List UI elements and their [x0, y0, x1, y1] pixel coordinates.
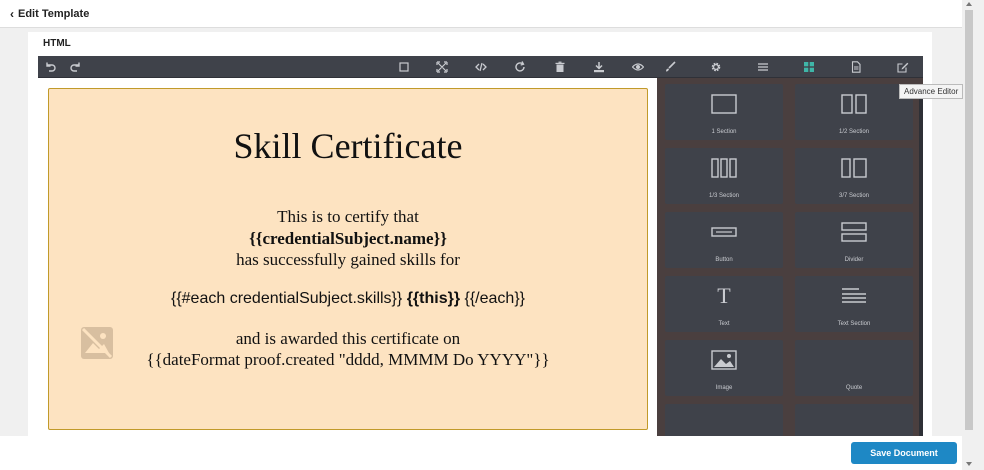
skills-loop-prefix: {{#each credentialSubject.skills}}	[170, 290, 407, 307]
text-icon: T	[717, 283, 731, 308]
fullscreen-icon[interactable]	[430, 56, 454, 78]
block-label: 1/3 Section	[708, 193, 740, 199]
skills-loop-this: {{this}}	[406, 290, 461, 307]
third-section-icon	[665, 158, 783, 178]
block-more[interactable]	[795, 404, 913, 436]
section-label: HTML	[43, 38, 71, 49]
block-label: Divider	[844, 257, 864, 263]
scroll-up-icon[interactable]	[966, 2, 972, 6]
chevron-left-icon: ‹	[10, 7, 14, 21]
skills-loop-suffix: {{/each}}	[460, 290, 526, 307]
block-label: Quote	[845, 385, 863, 391]
footer-bar	[0, 436, 962, 470]
advance-editor-tooltip: Advance Editor	[899, 84, 964, 99]
menu-icon[interactable]	[751, 56, 775, 78]
block-1-section[interactable]: 1 Section	[665, 84, 783, 140]
back-label: Edit Template	[18, 8, 90, 20]
certificate-title: Skill Certificate	[233, 126, 463, 166]
scroll-thumb[interactable]	[965, 10, 973, 430]
text-section-icon	[795, 286, 913, 306]
code-icon[interactable]	[469, 56, 493, 78]
gained-skills-line: has successfully gained skills for	[236, 250, 460, 269]
trash-icon[interactable]	[548, 56, 572, 78]
brush-icon[interactable]	[658, 56, 682, 78]
square-icon[interactable]	[392, 56, 416, 78]
block-label: 3/7 Section	[838, 193, 870, 199]
edit-icon[interactable]	[891, 56, 915, 78]
html-editor: Skill Certificate This is to certify tha…	[38, 56, 923, 436]
back-link[interactable]: ‹ Edit Template	[10, 7, 89, 21]
image-placeholder-icon[interactable]	[79, 325, 115, 361]
page-scrollbar[interactable]	[964, 0, 974, 470]
document-icon[interactable]	[844, 56, 868, 78]
awarded-line: and is awarded this certificate on	[235, 329, 461, 348]
block-button[interactable]: Button	[665, 212, 783, 268]
refresh-icon[interactable]	[508, 56, 532, 78]
block-divider[interactable]: Divider	[795, 212, 913, 268]
block-half-section[interactable]: 1/2 Section	[795, 84, 913, 140]
half-section-icon	[795, 94, 913, 114]
divider-icon	[795, 222, 913, 242]
subject-name-line: {{credentialSubject.name}}	[249, 229, 447, 248]
block-text-section[interactable]: Text Section	[795, 276, 913, 332]
download-icon[interactable]	[587, 56, 611, 78]
undo-icon[interactable]	[38, 56, 62, 78]
skills-loop-line: {{#each credentialSubject.skills}} {{thi…	[49, 290, 647, 308]
block-text[interactable]: T Text	[665, 276, 783, 332]
block-image[interactable]: Image	[665, 340, 783, 396]
grid-icon[interactable]	[797, 56, 821, 78]
date-line: {{dateFormat proof.created "dddd, MMMM D…	[146, 350, 550, 369]
block-label: Button	[715, 257, 733, 263]
redo-icon[interactable]	[64, 56, 88, 78]
blocks-panel: 1 Section 1/2 Section 1/3 Section 3/7 Se…	[657, 78, 923, 436]
certify-line: This is to certify that	[277, 207, 419, 226]
block-more[interactable]	[665, 404, 783, 436]
button-icon	[665, 222, 783, 242]
gear-icon[interactable]	[704, 56, 728, 78]
image-icon	[665, 350, 783, 370]
block-label: 1/2 Section	[838, 129, 870, 135]
certificate[interactable]: Skill Certificate This is to certify tha…	[48, 88, 648, 430]
three-seven-section-icon	[795, 158, 913, 178]
save-document-button[interactable]: Save Document	[851, 442, 957, 464]
one-section-icon	[665, 94, 783, 114]
block-third-section[interactable]: 1/3 Section	[665, 148, 783, 204]
eye-icon[interactable]	[626, 56, 650, 78]
scroll-down-icon[interactable]	[966, 462, 972, 466]
editor-toolbar	[38, 56, 923, 78]
top-bar: ‹ Edit Template	[0, 0, 962, 28]
block-quote[interactable]: Quote	[795, 340, 913, 396]
block-three-seven-section[interactable]: 3/7 Section	[795, 148, 913, 204]
block-label: Text Section	[837, 321, 871, 327]
template-canvas[interactable]: Skill Certificate This is to certify tha…	[38, 78, 657, 436]
block-label: Image	[715, 385, 733, 391]
blocks-scrollbar[interactable]	[919, 86, 923, 436]
block-label: Text	[718, 321, 730, 327]
block-label: 1 Section	[711, 129, 737, 135]
